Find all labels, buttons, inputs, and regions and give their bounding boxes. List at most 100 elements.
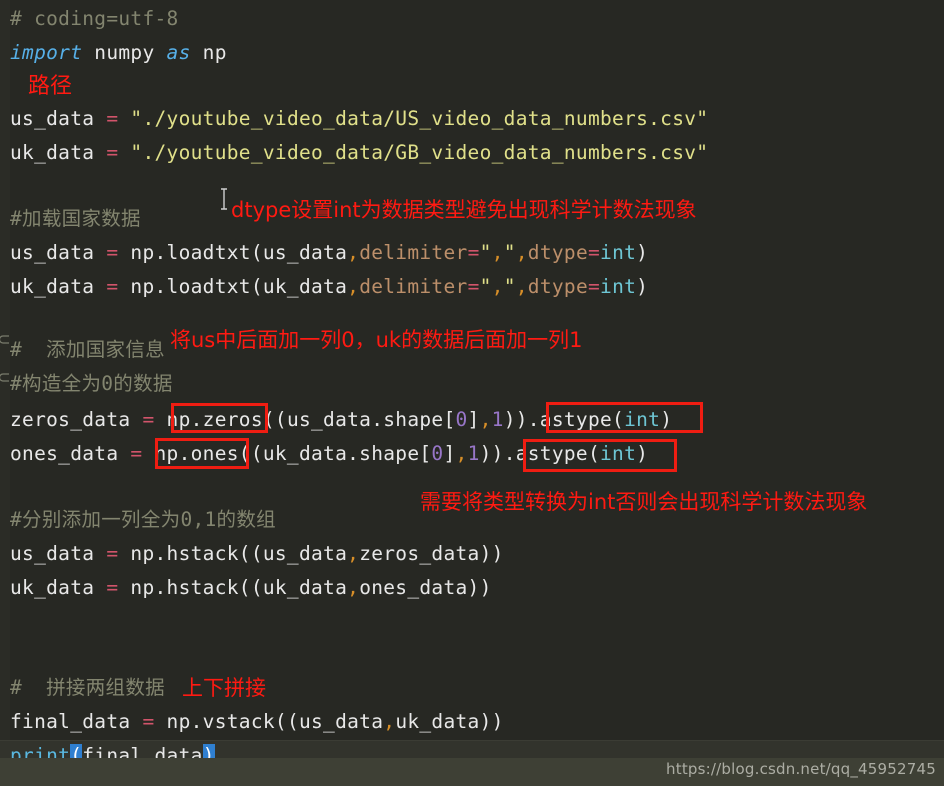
line-comment-zeros[interactable]: #构造全为0的数据 [10,367,173,401]
code-token: , [479,408,492,431]
code-token: uk_data [10,275,107,298]
code-token: , [491,275,504,298]
code-token: 1 [467,442,480,465]
code-token: 0 [431,442,444,465]
code-token: , [347,542,360,565]
code-token: uk_data [10,576,107,599]
code-token: final_data [10,710,143,733]
code-token: " [479,241,492,264]
code-token: = [106,241,119,264]
code-token: zeros_data)) [359,542,504,565]
code-token: )).astype( [479,442,601,465]
code-token: = [142,710,155,733]
line-comment-add-col[interactable]: #分别添加一列全为0,1的数组 [10,503,276,537]
code-token: uk_data [10,141,107,164]
code-token: #加载国家数据 [10,207,141,230]
code-token: = [588,241,601,264]
code-token: " [479,275,492,298]
code-token: np.vstack((us_data [154,710,384,733]
code-token: # 拼接两组数据 [10,676,165,699]
code-token: 0 [455,408,468,431]
code-token: = [467,275,480,298]
line-us-path[interactable]: us_data = "./youtube_video_data/US_video… [10,102,708,136]
code-token: ) [636,241,649,264]
line-coding[interactable]: # coding=utf-8 [10,2,179,36]
code-token: delimiter [359,241,468,264]
annot-path: 路径 [28,74,73,99]
code-token: ones_data [10,442,131,465]
code-token: , [347,576,360,599]
code-token: , [455,442,468,465]
code-token: , [383,710,396,733]
code-token: int [600,275,637,298]
code-token: int [600,442,637,465]
code-token: delimiter [359,275,468,298]
code-token: , [515,241,528,264]
code-token: np.hstack((uk_data [118,576,348,599]
code-token: ) [636,275,649,298]
code-token: = [106,542,119,565]
code-token: np [190,41,227,64]
code-token: np.ones((uk_data.shape[ [142,442,432,465]
line-uk-path[interactable]: uk_data = "./youtube_video_data/GB_video… [10,136,708,170]
line-comment-country-info[interactable]: # 添加国家信息 [10,333,165,367]
code-token: dtype [527,275,588,298]
code-token: int [624,408,661,431]
annot-dtype: dtype设置int为数据类型避免出现科学计数法现象 [231,198,697,222]
line-comment-concat[interactable]: # 拼接两组数据 [10,671,165,705]
code-token: ] [467,408,480,431]
line-us-hstack[interactable]: us_data = np.hstack((us_data,zeros_data)… [10,537,504,571]
code-token: = [106,107,119,130]
code-token: ] [443,442,456,465]
annot-vertical: 上下拼接 [182,676,266,700]
line-ones-data[interactable]: ones_data = np.ones((uk_data.shape[0],1)… [10,437,648,471]
code-token: us_data [10,107,107,130]
code-token: ) [660,408,673,431]
line-comment-load[interactable]: #加载国家数据 [10,202,141,236]
code-token: #分别添加一列全为0,1的数组 [10,508,276,531]
code-token: # coding=utf-8 [10,7,179,30]
code-token: uk_data)) [395,710,504,733]
line-uk-loadtxt[interactable]: uk_data = np.loadtxt(uk_data,delimiter="… [10,270,648,304]
code-token: # 添加国家信息 [10,338,165,361]
code-token: import [10,41,83,64]
code-token: us_data [10,542,107,565]
annot-column: 将us中后面加一列0，uk的数据后面加一列1 [170,328,583,352]
code-token: = [142,408,155,431]
code-token: = [106,141,119,164]
code-token: , [491,241,504,264]
code-token: , [347,275,360,298]
editor-gutter[interactable] [0,0,10,786]
code-token: #构造全为0的数据 [10,372,173,395]
code-token: )).astype( [503,408,625,431]
line-final-data[interactable]: final_data = np.vstack((us_data,uk_data)… [10,705,504,739]
code-token: 1 [491,408,504,431]
line-zeros-data[interactable]: zeros_data = np.zeros((us_data.shape[0],… [10,403,672,437]
code-token: us_data [10,241,107,264]
line-uk-hstack[interactable]: uk_data = np.hstack((uk_data,ones_data)) [10,571,492,605]
code-token: np.hstack((us_data [118,542,348,565]
code-token: , [347,241,360,264]
code-token: np.loadtxt(us_data [118,241,348,264]
code-token: = [106,576,119,599]
code-token: = [130,442,143,465]
code-token: " [503,275,516,298]
code-token: dtype [527,241,588,264]
line-us-loadtxt[interactable]: us_data = np.loadtxt(us_data,delimiter="… [10,236,648,270]
line-import[interactable]: import numpy as np [10,36,227,70]
text-cursor-icon [219,188,229,210]
code-token: " [503,241,516,264]
code-editor[interactable]: # coding=utf-8 import numpy as np us_data … [0,0,944,786]
code-token: np.zeros((us_data.shape[ [154,408,456,431]
watermark-url: https://blog.csdn.net/qq_45952745 [666,760,936,778]
code-token: = [106,275,119,298]
code-token: "./youtube_video_data/US_video_data_numb… [130,107,709,130]
annot-astype: 需要将类型转换为int否则会出现科学计数法现象 [420,490,868,514]
code-token: , [515,275,528,298]
code-token: as [166,41,191,64]
code-token: = [467,241,480,264]
code-token: int [600,241,637,264]
code-token: zeros_data [10,408,143,431]
